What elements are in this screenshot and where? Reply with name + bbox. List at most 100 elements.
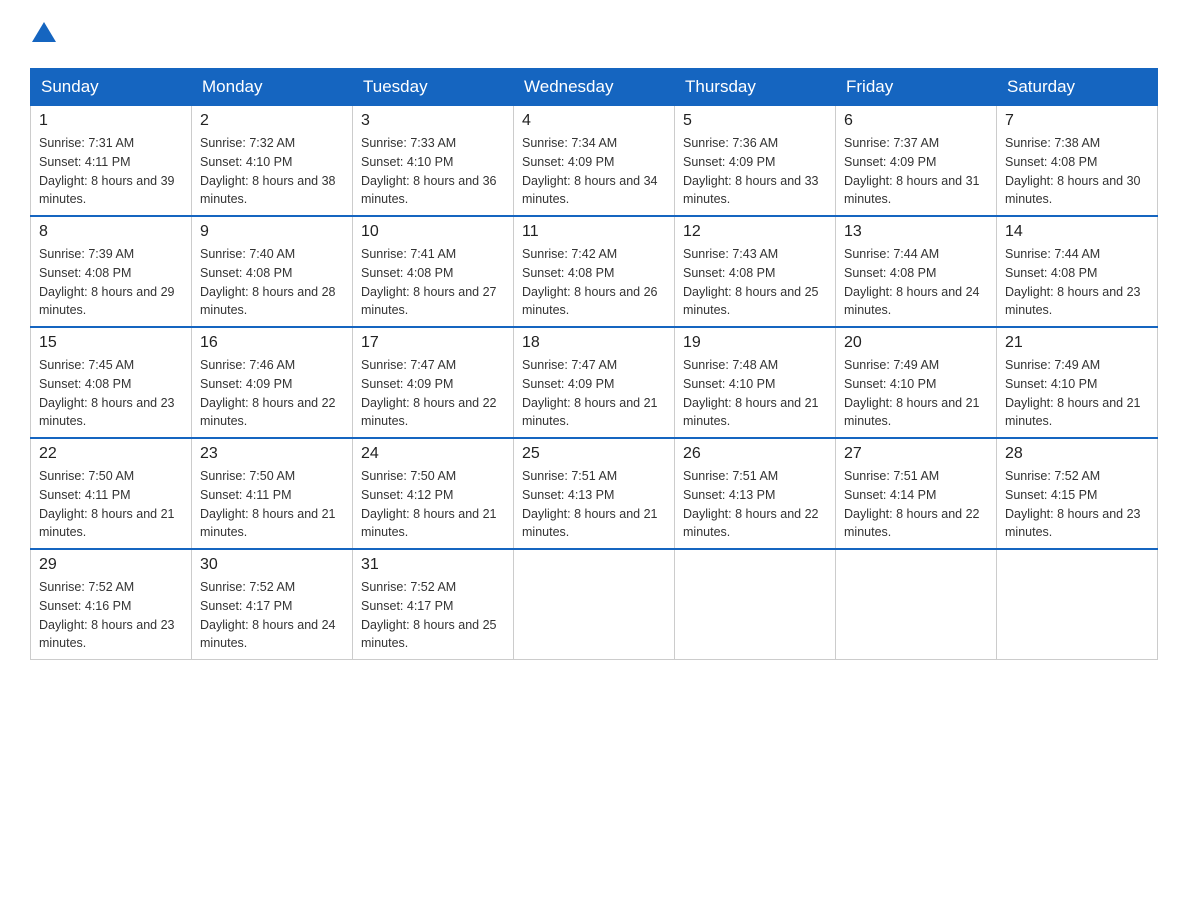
day-number: 28 (1005, 445, 1149, 463)
day-info: Sunrise: 7:32 AMSunset: 4:10 PMDaylight:… (200, 136, 336, 206)
day-of-week-header: Friday (836, 69, 997, 106)
day-number: 16 (200, 334, 344, 352)
day-number: 26 (683, 445, 827, 463)
day-of-week-header: Tuesday (353, 69, 514, 106)
day-info: Sunrise: 7:41 AMSunset: 4:08 PMDaylight:… (361, 247, 497, 317)
day-info: Sunrise: 7:47 AMSunset: 4:09 PMDaylight:… (522, 358, 658, 428)
day-number: 30 (200, 556, 344, 574)
day-number: 9 (200, 223, 344, 241)
day-number: 13 (844, 223, 988, 241)
day-info: Sunrise: 7:36 AMSunset: 4:09 PMDaylight:… (683, 136, 819, 206)
day-info: Sunrise: 7:42 AMSunset: 4:08 PMDaylight:… (522, 247, 658, 317)
day-number: 4 (522, 112, 666, 130)
day-number: 15 (39, 334, 183, 352)
calendar-week-row: 22 Sunrise: 7:50 AMSunset: 4:11 PMDaylig… (31, 438, 1158, 549)
day-info: Sunrise: 7:44 AMSunset: 4:08 PMDaylight:… (1005, 247, 1141, 317)
day-of-week-header: Saturday (997, 69, 1158, 106)
day-of-week-header: Monday (192, 69, 353, 106)
day-info: Sunrise: 7:51 AMSunset: 4:13 PMDaylight:… (683, 469, 819, 539)
day-number: 12 (683, 223, 827, 241)
day-info: Sunrise: 7:31 AMSunset: 4:11 PMDaylight:… (39, 136, 175, 206)
calendar-day-cell: 10 Sunrise: 7:41 AMSunset: 4:08 PMDaylig… (353, 216, 514, 327)
day-info: Sunrise: 7:45 AMSunset: 4:08 PMDaylight:… (39, 358, 175, 428)
calendar-header-row: SundayMondayTuesdayWednesdayThursdayFrid… (31, 69, 1158, 106)
calendar-day-cell: 8 Sunrise: 7:39 AMSunset: 4:08 PMDayligh… (31, 216, 192, 327)
calendar-day-cell: 5 Sunrise: 7:36 AMSunset: 4:09 PMDayligh… (675, 106, 836, 217)
day-number: 6 (844, 112, 988, 130)
calendar-day-cell: 27 Sunrise: 7:51 AMSunset: 4:14 PMDaylig… (836, 438, 997, 549)
calendar-day-cell: 22 Sunrise: 7:50 AMSunset: 4:11 PMDaylig… (31, 438, 192, 549)
calendar-week-row: 29 Sunrise: 7:52 AMSunset: 4:16 PMDaylig… (31, 549, 1158, 660)
calendar-day-cell: 28 Sunrise: 7:52 AMSunset: 4:15 PMDaylig… (997, 438, 1158, 549)
calendar-day-cell: 9 Sunrise: 7:40 AMSunset: 4:08 PMDayligh… (192, 216, 353, 327)
day-number: 31 (361, 556, 505, 574)
day-number: 11 (522, 223, 666, 241)
day-number: 21 (1005, 334, 1149, 352)
day-of-week-header: Thursday (675, 69, 836, 106)
day-number: 24 (361, 445, 505, 463)
calendar-day-cell (514, 549, 675, 660)
calendar-week-row: 8 Sunrise: 7:39 AMSunset: 4:08 PMDayligh… (31, 216, 1158, 327)
calendar-day-cell: 2 Sunrise: 7:32 AMSunset: 4:10 PMDayligh… (192, 106, 353, 217)
day-info: Sunrise: 7:44 AMSunset: 4:08 PMDaylight:… (844, 247, 980, 317)
day-info: Sunrise: 7:33 AMSunset: 4:10 PMDaylight:… (361, 136, 497, 206)
day-info: Sunrise: 7:51 AMSunset: 4:13 PMDaylight:… (522, 469, 658, 539)
calendar-day-cell: 30 Sunrise: 7:52 AMSunset: 4:17 PMDaylig… (192, 549, 353, 660)
day-number: 1 (39, 112, 183, 130)
calendar-day-cell (675, 549, 836, 660)
page-header (30, 20, 1158, 48)
calendar-day-cell: 31 Sunrise: 7:52 AMSunset: 4:17 PMDaylig… (353, 549, 514, 660)
day-of-week-header: Wednesday (514, 69, 675, 106)
calendar-week-row: 1 Sunrise: 7:31 AMSunset: 4:11 PMDayligh… (31, 106, 1158, 217)
calendar-day-cell: 29 Sunrise: 7:52 AMSunset: 4:16 PMDaylig… (31, 549, 192, 660)
day-info: Sunrise: 7:50 AMSunset: 4:11 PMDaylight:… (39, 469, 175, 539)
day-info: Sunrise: 7:52 AMSunset: 4:16 PMDaylight:… (39, 580, 175, 650)
day-number: 25 (522, 445, 666, 463)
day-number: 27 (844, 445, 988, 463)
day-info: Sunrise: 7:50 AMSunset: 4:11 PMDaylight:… (200, 469, 336, 539)
calendar-day-cell: 20 Sunrise: 7:49 AMSunset: 4:10 PMDaylig… (836, 327, 997, 438)
calendar-day-cell: 11 Sunrise: 7:42 AMSunset: 4:08 PMDaylig… (514, 216, 675, 327)
day-number: 29 (39, 556, 183, 574)
day-info: Sunrise: 7:37 AMSunset: 4:09 PMDaylight:… (844, 136, 980, 206)
calendar-day-cell: 25 Sunrise: 7:51 AMSunset: 4:13 PMDaylig… (514, 438, 675, 549)
day-info: Sunrise: 7:49 AMSunset: 4:10 PMDaylight:… (844, 358, 980, 428)
day-info: Sunrise: 7:39 AMSunset: 4:08 PMDaylight:… (39, 247, 175, 317)
calendar-day-cell: 1 Sunrise: 7:31 AMSunset: 4:11 PMDayligh… (31, 106, 192, 217)
calendar-day-cell: 17 Sunrise: 7:47 AMSunset: 4:09 PMDaylig… (353, 327, 514, 438)
calendar-week-row: 15 Sunrise: 7:45 AMSunset: 4:08 PMDaylig… (31, 327, 1158, 438)
day-number: 22 (39, 445, 183, 463)
calendar-day-cell: 14 Sunrise: 7:44 AMSunset: 4:08 PMDaylig… (997, 216, 1158, 327)
calendar-table: SundayMondayTuesdayWednesdayThursdayFrid… (30, 68, 1158, 660)
day-number: 20 (844, 334, 988, 352)
calendar-day-cell: 13 Sunrise: 7:44 AMSunset: 4:08 PMDaylig… (836, 216, 997, 327)
day-info: Sunrise: 7:51 AMSunset: 4:14 PMDaylight:… (844, 469, 980, 539)
calendar-day-cell (836, 549, 997, 660)
calendar-day-cell: 3 Sunrise: 7:33 AMSunset: 4:10 PMDayligh… (353, 106, 514, 217)
calendar-day-cell: 6 Sunrise: 7:37 AMSunset: 4:09 PMDayligh… (836, 106, 997, 217)
day-info: Sunrise: 7:46 AMSunset: 4:09 PMDaylight:… (200, 358, 336, 428)
calendar-day-cell: 7 Sunrise: 7:38 AMSunset: 4:08 PMDayligh… (997, 106, 1158, 217)
day-info: Sunrise: 7:47 AMSunset: 4:09 PMDaylight:… (361, 358, 497, 428)
day-number: 23 (200, 445, 344, 463)
calendar-day-cell (997, 549, 1158, 660)
day-info: Sunrise: 7:38 AMSunset: 4:08 PMDaylight:… (1005, 136, 1141, 206)
day-number: 17 (361, 334, 505, 352)
day-of-week-header: Sunday (31, 69, 192, 106)
day-info: Sunrise: 7:52 AMSunset: 4:17 PMDaylight:… (200, 580, 336, 650)
calendar-day-cell: 18 Sunrise: 7:47 AMSunset: 4:09 PMDaylig… (514, 327, 675, 438)
day-info: Sunrise: 7:49 AMSunset: 4:10 PMDaylight:… (1005, 358, 1141, 428)
day-info: Sunrise: 7:40 AMSunset: 4:08 PMDaylight:… (200, 247, 336, 317)
calendar-day-cell: 26 Sunrise: 7:51 AMSunset: 4:13 PMDaylig… (675, 438, 836, 549)
day-number: 7 (1005, 112, 1149, 130)
calendar-day-cell: 12 Sunrise: 7:43 AMSunset: 4:08 PMDaylig… (675, 216, 836, 327)
day-info: Sunrise: 7:52 AMSunset: 4:15 PMDaylight:… (1005, 469, 1141, 539)
day-number: 2 (200, 112, 344, 130)
calendar-day-cell: 4 Sunrise: 7:34 AMSunset: 4:09 PMDayligh… (514, 106, 675, 217)
day-number: 18 (522, 334, 666, 352)
logo (30, 20, 58, 48)
day-number: 3 (361, 112, 505, 130)
day-info: Sunrise: 7:48 AMSunset: 4:10 PMDaylight:… (683, 358, 819, 428)
day-info: Sunrise: 7:34 AMSunset: 4:09 PMDaylight:… (522, 136, 658, 206)
day-info: Sunrise: 7:43 AMSunset: 4:08 PMDaylight:… (683, 247, 819, 317)
